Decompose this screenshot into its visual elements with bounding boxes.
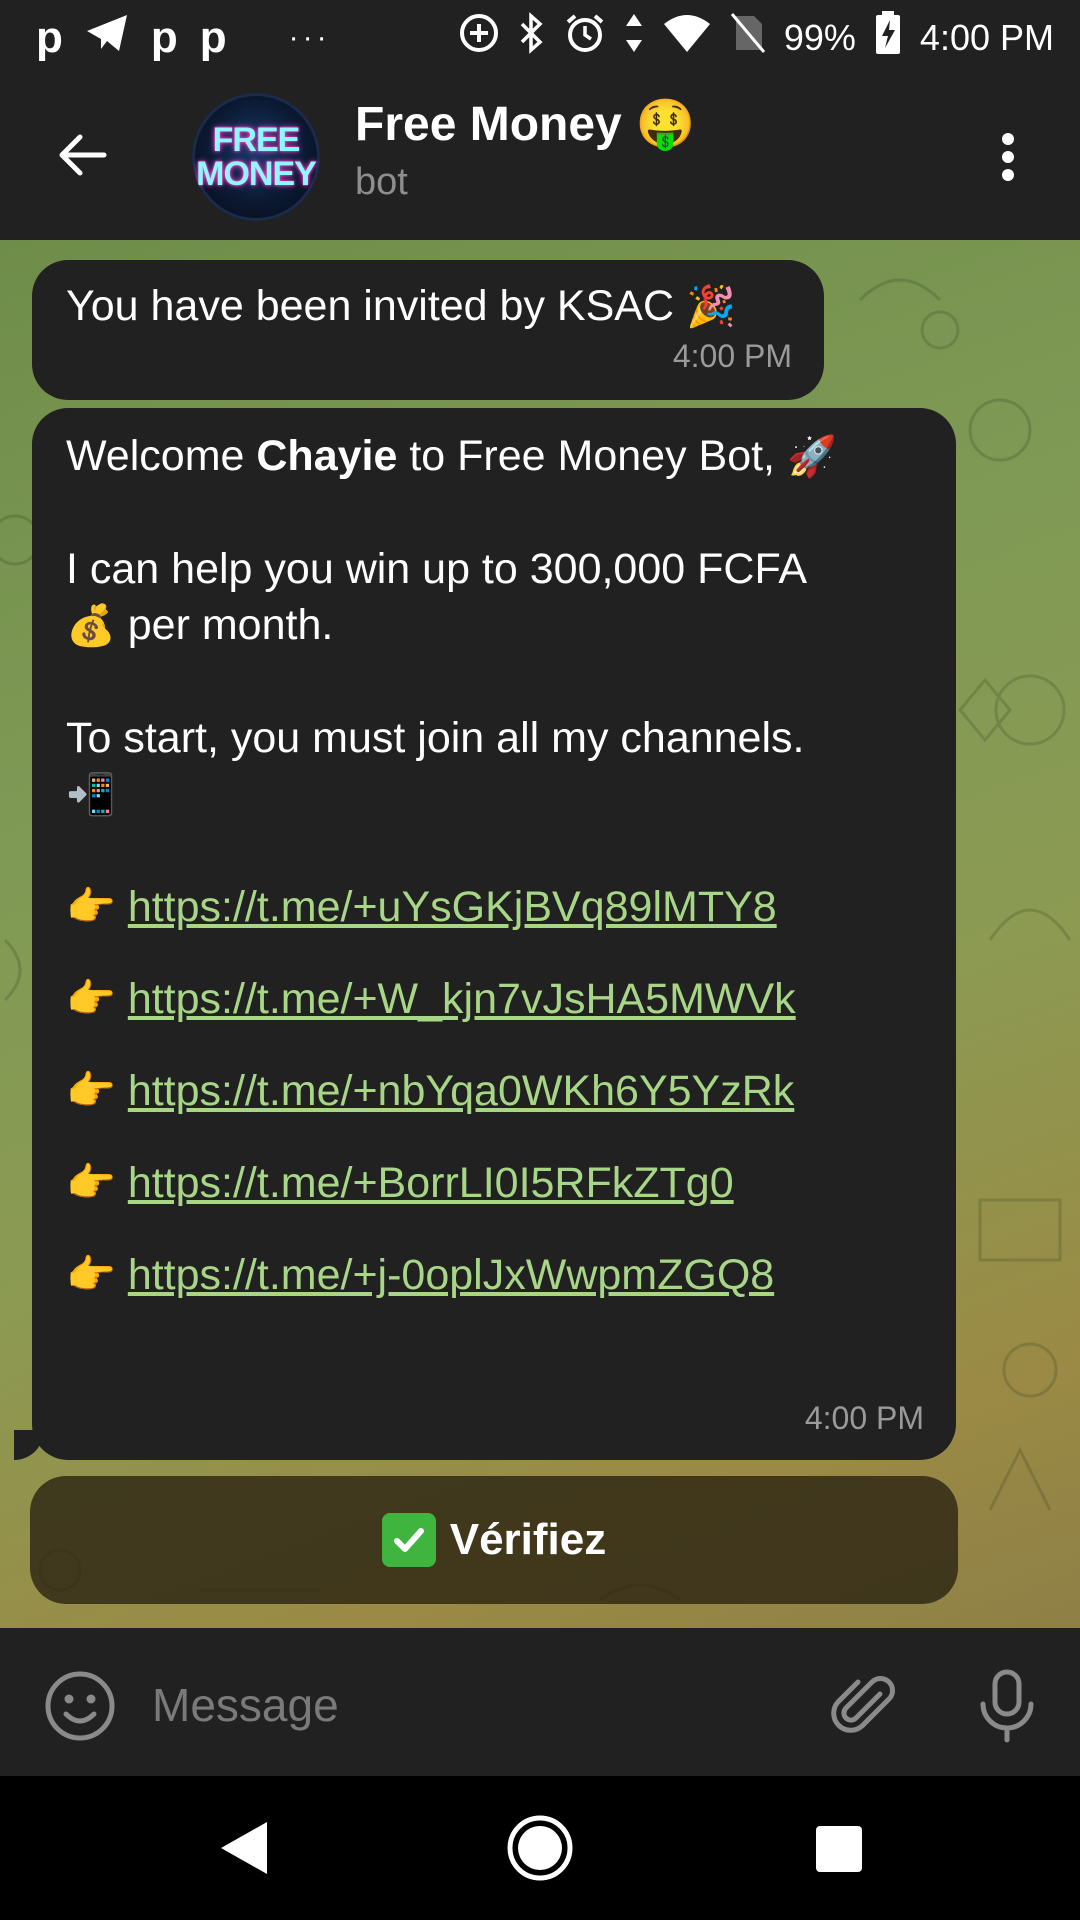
data-saver-icon [458, 12, 500, 63]
avatar[interactable]: FREE MONEY [192, 93, 320, 221]
back-button[interactable] [52, 125, 112, 185]
p-app-icon: p [150, 12, 178, 62]
microphone-icon [980, 1669, 1034, 1743]
chat-area[interactable]: You have been invited by KSAC 🎉 4:00 PM … [0, 240, 1080, 1628]
channel-link[interactable]: https://t.me/+nbYqa0WKh6Y5YzRk [128, 1063, 794, 1119]
avatar-logo-line2: MONEY [196, 155, 317, 193]
message-input[interactable] [150, 1668, 794, 1742]
chat-title-text: Free Money [355, 98, 622, 151]
rocket-emoji: 🚀 [786, 435, 837, 479]
welcome-name: Chayie [256, 432, 398, 480]
chat-title-block[interactable]: Free Money 🤑 bot [355, 97, 696, 207]
avatar-logo-line1: FREE [212, 121, 301, 159]
system-navigation-bar [0, 1776, 1080, 1920]
verify-button-label: Vérifiez [449, 1515, 607, 1564]
p-app-icon: p [36, 12, 63, 62]
check-mark-button-icon [381, 1513, 436, 1567]
smiley-icon [45, 1671, 115, 1741]
channel-link-row: 👉 https://t.me/+j-0oplJxWwpmZGQ8 [66, 1247, 922, 1303]
message-bubble-invite[interactable]: You have been invited by KSAC 🎉 4:00 PM [32, 260, 824, 400]
bluetooth-icon [518, 12, 546, 63]
pointing-hand-emoji: 👉 [66, 1161, 116, 1205]
party-popper-emoji: 🎉 [685, 285, 736, 329]
attach-button[interactable] [830, 1672, 900, 1742]
win-text: I can help you win up to 300,000 FCFA [66, 545, 808, 593]
nav-recents-button[interactable] [816, 1826, 862, 1872]
more-notifications-icon: ··· [288, 20, 331, 54]
chat-header: FREE MONEY Free Money 🤑 bot [0, 75, 1080, 240]
emoji-button[interactable] [44, 1670, 116, 1742]
paperclip-icon [831, 1676, 895, 1733]
arrow-left-icon [59, 134, 107, 176]
welcome-prefix: Welcome [66, 432, 257, 480]
welcome-suffix: to Free Money Bot, [397, 432, 776, 480]
nav-back-button[interactable] [215, 1818, 275, 1878]
wifi-icon [662, 12, 712, 63]
mobile-arrow-emoji: 📲 [66, 773, 116, 817]
p-app-icon: p [199, 12, 227, 62]
system-icons: 99% 4:00 PM [458, 10, 1054, 65]
message-time: 4:00 PM [804, 1400, 924, 1436]
voice-record-button[interactable] [975, 1668, 1039, 1744]
win-line: I can help you win up to 300,000 FCFA 💰 … [66, 541, 922, 654]
channel-link-row: 👉 https://t.me/+uYsGKjBVq89lMTY8 [66, 879, 922, 935]
money-mouth-emoji: 🤑 [635, 98, 696, 151]
channel-link-row: 👉 https://t.me/+nbYqa0WKh6Y5YzRk [66, 1063, 922, 1119]
channel-link[interactable]: https://t.me/+BorrLI0I5RFkZTg0 [128, 1155, 734, 1211]
home-circle-icon [507, 1815, 573, 1881]
message-input-bar [0, 1628, 1080, 1776]
join-line: To start, you must join all my channels.… [66, 710, 922, 823]
pointing-hand-emoji: 👉 [66, 977, 116, 1021]
channel-link[interactable]: https://t.me/+uYsGKjBVq89lMTY8 [128, 879, 777, 935]
chat-title: Free Money 🤑 [355, 97, 696, 153]
channel-link[interactable]: https://t.me/+j-0oplJxWwpmZGQ8 [128, 1247, 774, 1303]
channel-link-row: 👉 https://t.me/+W_kjn7vJsHA5MWVk [66, 971, 922, 1027]
data-arrows-icon [624, 12, 644, 63]
message-time: 4:00 PM [672, 338, 792, 374]
win-suffix: per month. [115, 601, 334, 649]
money-bag-emoji: 💰 [66, 604, 116, 648]
more-options-button[interactable] [990, 127, 1026, 187]
battery-charging-icon [874, 10, 902, 65]
status-bar: p p p ··· 99% 4:00 PM [0, 0, 1080, 75]
message-bubble-welcome[interactable]: Welcome Chayie to Free Money Bot, 🚀 I ca… [14, 408, 956, 1460]
no-sim-icon [730, 12, 766, 63]
alarm-icon [564, 12, 606, 63]
more-vertical-icon [1002, 133, 1014, 181]
telegram-icon [85, 13, 129, 62]
channel-link-row: 👉 https://t.me/+BorrLI0I5RFkZTg0 [66, 1155, 922, 1211]
verify-button[interactable]: Vérifiez [30, 1476, 958, 1604]
notification-icons: p p p ··· [36, 13, 331, 62]
welcome-line: Welcome Chayie to Free Money Bot, 🚀 [66, 428, 922, 485]
pointing-hand-emoji: 👉 [66, 1253, 116, 1297]
channel-link[interactable]: https://t.me/+W_kjn7vJsHA5MWVk [128, 971, 796, 1027]
pointing-hand-emoji: 👉 [66, 1069, 116, 1113]
message-text: You have been invited by KSAC [66, 282, 675, 330]
nav-home-button[interactable] [506, 1814, 574, 1882]
battery-level: 99% [783, 16, 856, 58]
triangle-back-icon [221, 1822, 267, 1874]
chat-subtitle: bot [355, 161, 408, 203]
clock: 4:00 PM [919, 16, 1054, 58]
join-text: To start, you must join all my channels. [66, 714, 805, 762]
pointing-hand-emoji: 👉 [66, 885, 116, 929]
